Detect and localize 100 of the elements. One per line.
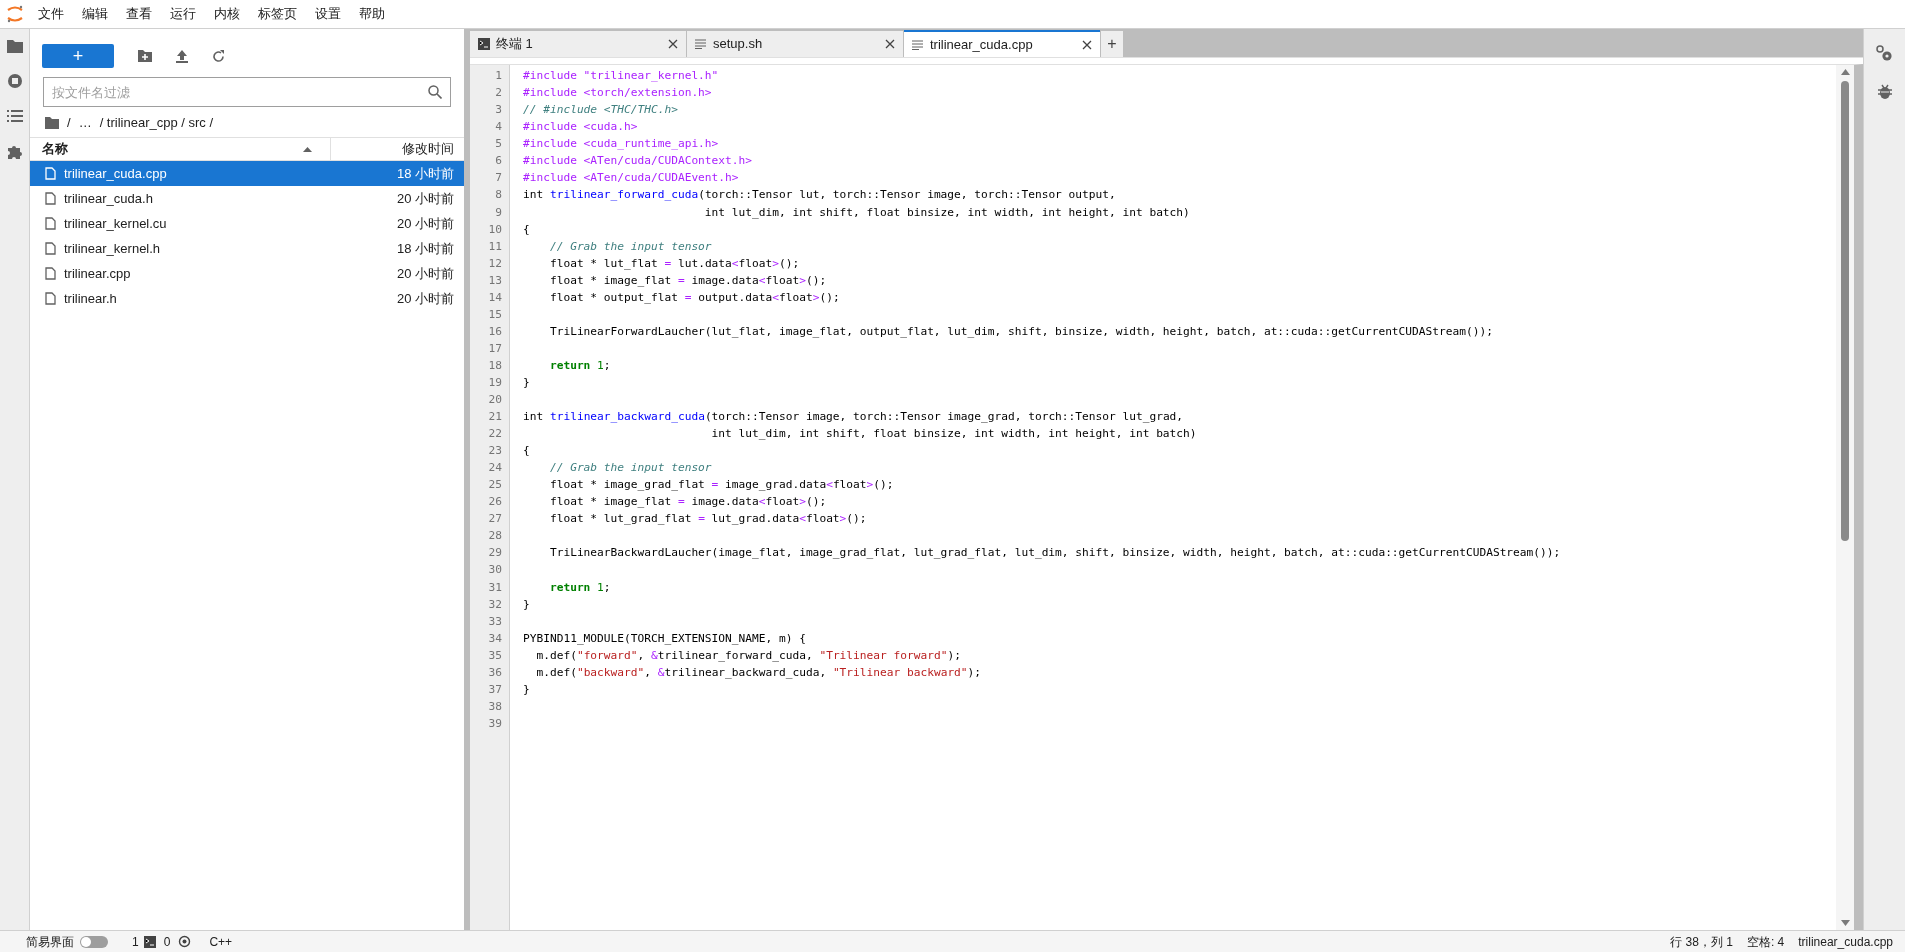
file-icon — [45, 167, 56, 180]
folder-icon[interactable] — [6, 39, 23, 53]
language-label[interactable]: C++ — [209, 932, 233, 951]
filter-field[interactable]: 按文件名过滤 — [43, 77, 451, 107]
puzzle-icon[interactable] — [6, 143, 23, 159]
code-line: TriLinearBackwardLaucher(image_flat, image_grad_flat, lut_grad_flat, lut_dim, shift, binsize, width, height, batch, at::cuda::getCurrentCUDAStream()); — [548, 545, 1561, 562]
terminal-count: 1 — [132, 933, 139, 951]
new-launcher-button[interactable]: + — [42, 44, 114, 68]
line-number: 13 — [487, 272, 503, 289]
breadcrumb-link[interactable]: … — [78, 113, 92, 133]
menu-item[interactable]: 运行 — [170, 4, 196, 24]
refresh-icon[interactable] — [212, 49, 225, 63]
stop-icon[interactable] — [6, 73, 23, 89]
code-line: return 1; — [548, 357, 611, 374]
file-row[interactable]: trilinear_kernel.h 18 小时前 — [30, 236, 464, 261]
breadcrumb-link[interactable]: / trilinear_cpp / src / — [99, 113, 214, 133]
menu-item[interactable]: 内核 — [214, 4, 240, 24]
line-number: 1 — [494, 68, 503, 85]
line-number: 3 — [494, 102, 503, 119]
close-icon[interactable] — [1082, 39, 1092, 50]
close-icon[interactable] — [668, 39, 678, 49]
new-tab-button[interactable]: + — [1101, 31, 1123, 57]
line-number: 11 — [487, 238, 503, 255]
menu-item[interactable]: 设置 — [315, 4, 341, 24]
cursor-position[interactable]: 行 38，列 1 — [1670, 932, 1733, 951]
editor-tab[interactable]: 终端 1 — [470, 31, 686, 57]
code-line: return 1; — [548, 579, 611, 596]
file-row[interactable]: trilinear.cpp 20 小时前 — [30, 261, 464, 286]
menu-item[interactable]: 编辑 — [82, 4, 108, 24]
menu-item[interactable]: 帮助 — [359, 4, 385, 24]
terminal-icon[interactable] — [143, 935, 156, 948]
column-header[interactable]: 名称 — [42, 139, 68, 159]
line-number: 26 — [487, 494, 503, 511]
line-number: 31 — [487, 579, 503, 596]
code-line: } — [522, 596, 530, 613]
code-line: #include "trilinear_kernel.h" — [522, 68, 719, 85]
line-number: 16 — [487, 323, 503, 340]
file-icon — [45, 292, 56, 305]
indent-setting[interactable]: 空格: 4 — [1746, 932, 1785, 951]
file-row[interactable]: trilinear.h 20 小时前 — [30, 286, 464, 311]
code-line: int lut_dim, int shift, float binsize, int width, int height, int batch) — [710, 426, 1197, 443]
line-number: 10 — [487, 221, 503, 238]
line-number: 4 — [494, 119, 503, 136]
code-line: #include <ATen/cuda/CUDAEvent.h> — [522, 170, 739, 187]
line-number: 8 — [494, 187, 503, 204]
line-number: 29 — [487, 545, 503, 562]
scroll-up-icon[interactable] — [1840, 69, 1850, 75]
line-number: 20 — [487, 392, 503, 408]
line-number: 32 — [487, 596, 503, 613]
code-line: m.def("backward", &trilinear_backward_cuda, "Trilinear backward"); — [535, 664, 982, 681]
code-line: int trilinear_forward_cuda(torch::Tensor lut, torch::Tensor image, torch::Tensor output, — [522, 187, 1116, 204]
simple-mode-toggle[interactable] — [80, 935, 108, 948]
kernel-icon[interactable] — [178, 935, 192, 948]
line-number: 39 — [487, 715, 503, 732]
file-row[interactable]: trilinear_cuda.cpp 18 小时前 — [30, 161, 464, 186]
file-row[interactable]: trilinear_cuda.h 20 小时前 — [30, 186, 464, 211]
code-line: float * output_flat = output.data<float>(); — [548, 289, 840, 306]
scrollbar-thumb[interactable] — [1841, 81, 1849, 541]
editor-tab[interactable]: setup.sh — [687, 31, 903, 57]
menu-item[interactable]: 文件 — [38, 4, 64, 24]
file-icon — [45, 267, 56, 280]
breadcrumb-link[interactable]: / — [67, 113, 71, 133]
line-number: 25 — [487, 477, 503, 494]
code-line: #include <cuda_runtime_api.h> — [522, 136, 719, 153]
file-name: trilinear_cuda.cpp — [1798, 933, 1893, 951]
line-number: 7 — [494, 170, 503, 187]
line-number: 12 — [487, 255, 503, 272]
file-row[interactable]: trilinear_kernel.cu 20 小时前 — [30, 211, 464, 236]
new-folder-icon[interactable] — [138, 50, 152, 62]
line-number: 21 — [487, 409, 503, 426]
bug-icon[interactable] — [1877, 84, 1892, 99]
file-icon — [45, 192, 56, 205]
line-number: 22 — [487, 426, 503, 443]
column-header[interactable]: 修改时间 — [402, 139, 454, 159]
upload-icon[interactable] — [176, 49, 188, 63]
code-line: PYBIND11_MODULE(TORCH_EXTENSION_NAME, m) { — [522, 630, 806, 647]
line-number: 34 — [487, 630, 503, 647]
menu-item[interactable]: 标签页 — [258, 4, 297, 24]
status-label: 简易界面 — [26, 933, 74, 951]
editor-tab[interactable]: trilinear_cuda.cpp — [904, 30, 1100, 57]
settings-icon[interactable] — [1876, 45, 1893, 62]
code-line: TriLinearForwardLaucher(lut_flat, image_flat, output_flat, lut_dim, shift, binsize, width, height, batch, at::cuda::getCurrentCUDAStream()); — [548, 323, 1493, 340]
line-number: 33 — [487, 613, 503, 630]
line-number: 27 — [487, 511, 503, 528]
menu-item[interactable]: 查看 — [126, 4, 152, 24]
terminal-icon — [478, 38, 490, 50]
list-icon[interactable] — [6, 109, 23, 123]
file-icon — [45, 217, 56, 230]
line-number: 14 — [487, 289, 503, 306]
code-line: // Grab the input tensor — [548, 238, 712, 255]
code-line: int lut_dim, int shift, float binsize, int width, int height, int batch) — [703, 204, 1190, 221]
code-line: #include <cuda.h> — [522, 119, 638, 136]
file-icon — [45, 242, 56, 255]
code-line: m.def("forward", &trilinear_forward_cuda, "Trilinear forward"); — [535, 647, 961, 664]
code-line: float * image_grad_flat = image_grad.data<float>(); — [548, 477, 894, 494]
line-number: 2 — [494, 85, 503, 102]
line-number: 6 — [494, 153, 503, 170]
folder-icon[interactable] — [45, 117, 59, 129]
scroll-down-icon[interactable] — [1840, 920, 1850, 926]
close-icon[interactable] — [885, 39, 895, 49]
